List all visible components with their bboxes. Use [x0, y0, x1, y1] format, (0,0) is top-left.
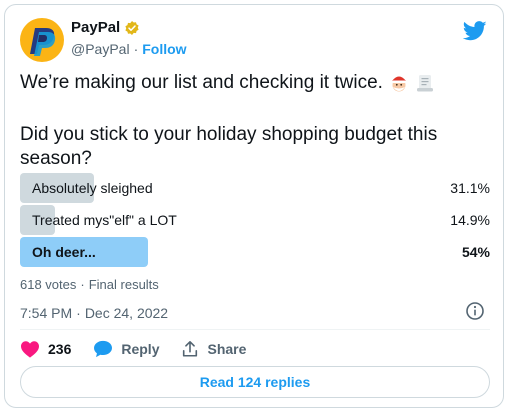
info-icon[interactable]: [465, 301, 485, 321]
poll-option: Treated mys"elf" a LOT 14.9%: [20, 205, 490, 235]
santa-emoji-icon: [391, 74, 408, 92]
tweet-timestamp[interactable]: 7:54 PM · Dec 24, 2022: [20, 304, 168, 322]
tweet-date: Dec 24, 2022: [84, 305, 169, 321]
author-handle-row: @PayPal · Follow: [71, 40, 187, 58]
reply-label: Reply: [121, 341, 160, 357]
poll-option-percent: 54%: [461, 244, 490, 260]
poll-option-winner: Oh deer... 54%: [20, 237, 490, 267]
like-count: 236: [48, 341, 72, 357]
reply-button[interactable]: Reply: [93, 340, 159, 358]
heart-icon: [21, 341, 39, 358]
separator-dot: ·: [133, 41, 139, 57]
tweet-text: We’re making our list and checking it tw…: [20, 72, 383, 93]
twitter-bird-icon[interactable]: [463, 21, 487, 41]
author-name-row: PayPal: [71, 19, 140, 37]
poll-option-label: Oh deer...: [32, 244, 96, 260]
tweet-time: 7:54 PM: [20, 305, 73, 321]
action-bar: 236 Reply Share: [20, 337, 268, 361]
verified-badge-icon: [125, 21, 139, 35]
tweet-text-line1: We’re making our list and checking it tw…: [20, 71, 435, 95]
follow-link[interactable]: Follow: [142, 40, 186, 58]
share-icon: [183, 340, 198, 357]
scroll-emoji-icon: [416, 75, 433, 92]
poll-status: Final results: [88, 277, 159, 292]
paypal-avatar[interactable]: [20, 18, 64, 62]
poll-option-percent: 31.1%: [450, 180, 490, 196]
share-label: Share: [207, 341, 247, 357]
poll-option-percent: 14.9%: [450, 212, 490, 228]
divider: [20, 329, 490, 330]
tweet-card: PayPal @PayPal · Follow We’re making our…: [4, 4, 504, 408]
poll-option-label: Absolutely sleighed: [32, 180, 153, 196]
author-handle[interactable]: @PayPal: [71, 40, 130, 58]
vote-count: 618 votes: [20, 277, 77, 292]
like-button[interactable]: 236: [20, 340, 71, 358]
share-button[interactable]: Share: [181, 340, 246, 358]
separator-dot: ·: [76, 305, 81, 321]
poll-option-label: Treated mys"elf" a LOT: [32, 212, 177, 228]
poll-results-summary: 618 votes · Final results: [20, 277, 159, 293]
tweet-question: Did you stick to your holiday shopping b…: [20, 124, 438, 169]
reply-bubble-icon: [94, 340, 113, 358]
poll-option: Absolutely sleighed 31.1%: [20, 173, 490, 203]
author-name[interactable]: PayPal: [71, 19, 120, 37]
paypal-logo-icon: [30, 28, 56, 56]
read-replies-button[interactable]: Read 124 replies: [20, 366, 490, 398]
separator-dot: ·: [80, 277, 85, 292]
